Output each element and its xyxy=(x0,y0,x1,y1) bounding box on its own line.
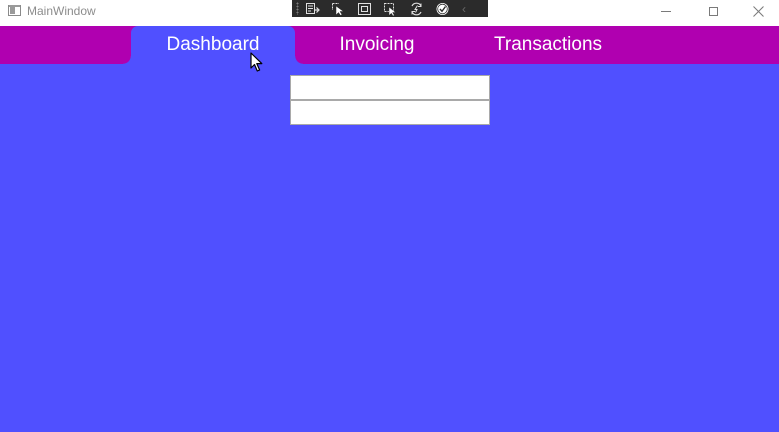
tab-transactions-label: Transactions xyxy=(493,34,603,55)
tab-dashboard[interactable]: Dashboard xyxy=(123,26,303,64)
tab-strip: Dashboard Invoicing Transactions xyxy=(0,26,779,64)
minimize-icon xyxy=(661,10,671,12)
tab-dashboard-label: Dashboard xyxy=(166,34,260,55)
xaml-debug-toolbar: ‹ xyxy=(292,0,488,17)
toolbar-grip-icon[interactable] xyxy=(296,2,299,15)
select-element-icon[interactable] xyxy=(330,2,346,16)
tab-invoicing[interactable]: Invoicing xyxy=(296,26,458,64)
minimize-button[interactable] xyxy=(643,0,689,22)
display-layout-adorners-icon[interactable] xyxy=(356,2,372,16)
hot-reload-icon[interactable] xyxy=(408,2,424,16)
dashboard-text-input-1[interactable] xyxy=(290,75,490,100)
go-to-live-visual-tree-icon[interactable] xyxy=(304,2,320,16)
close-icon xyxy=(752,5,764,17)
dashboard-text-input-2[interactable] xyxy=(290,100,490,125)
app-window-icon xyxy=(8,5,21,16)
collapse-chevron-icon[interactable]: ‹ xyxy=(462,2,466,16)
close-button[interactable] xyxy=(735,0,779,22)
window-title: MainWindow xyxy=(27,4,96,18)
maximize-button[interactable] xyxy=(690,0,736,22)
main-window: MainWindow ‹ Dashboard Invoicing Transac… xyxy=(0,0,779,432)
tab-invoicing-label: Invoicing xyxy=(339,34,415,55)
binding-failures-check-icon[interactable] xyxy=(434,2,450,16)
maximize-icon xyxy=(708,6,718,16)
track-focused-element-icon[interactable] xyxy=(382,2,398,16)
tab-transactions[interactable]: Transactions xyxy=(463,26,633,64)
